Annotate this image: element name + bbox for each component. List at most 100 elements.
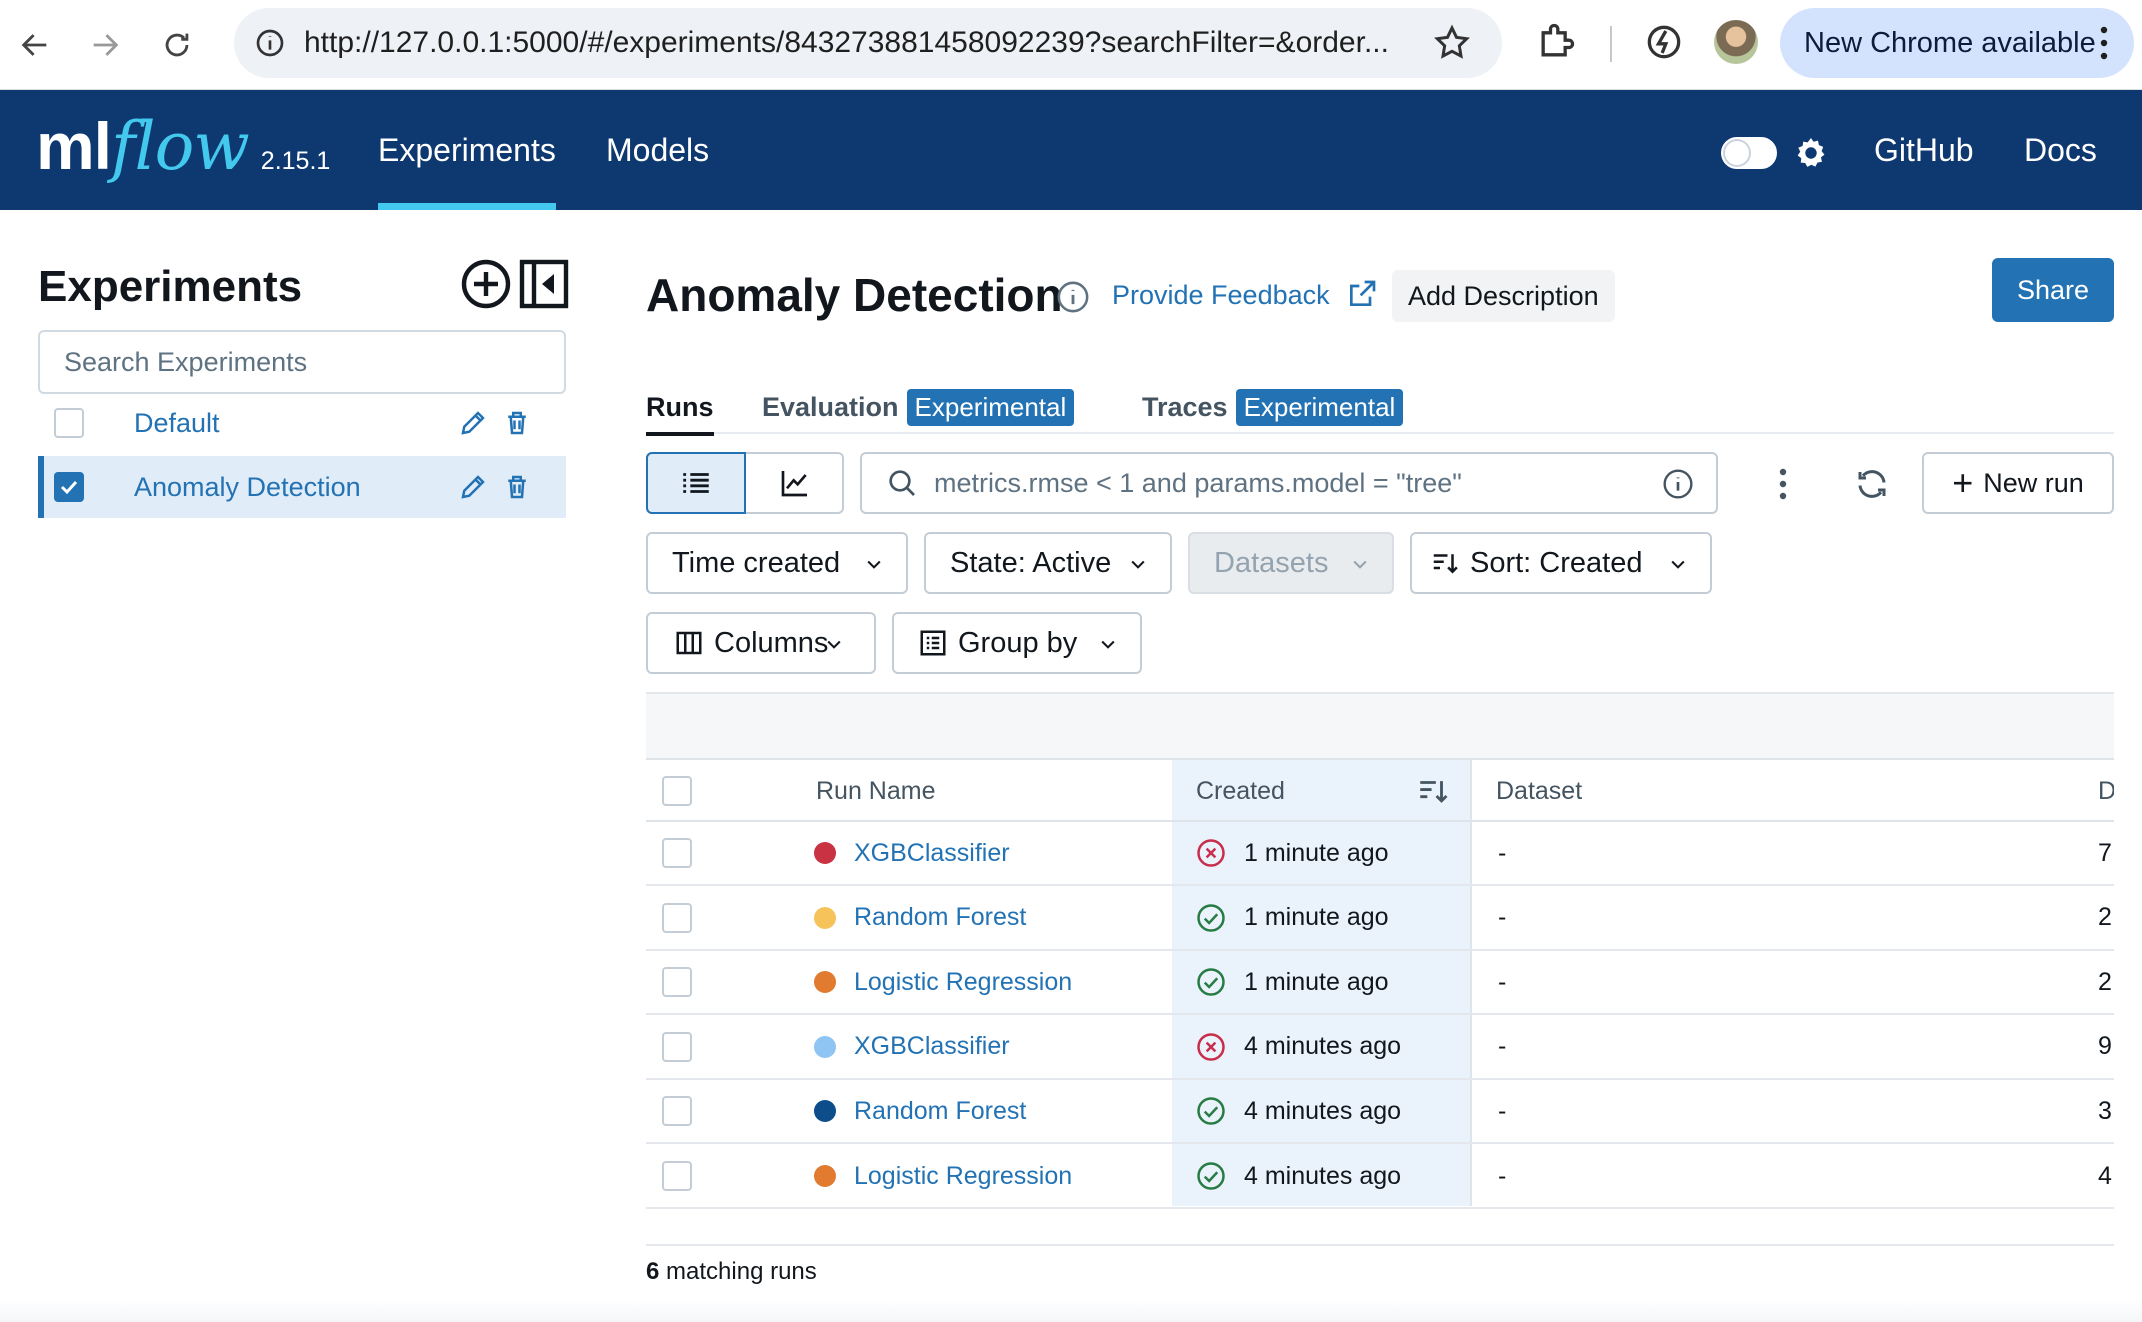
nav-experiments[interactable]: Experiments [378,90,556,210]
list-icon [683,473,709,493]
nav-models[interactable]: Models [606,90,709,210]
run-link[interactable]: XGBClassifier [854,839,1010,868]
experiment-search-input[interactable]: Search Experiments [38,330,566,394]
run-search-input[interactable]: metrics.rmse < 1 and params.model = "tre… [860,452,1718,514]
run-color-dot[interactable] [814,971,836,994]
url-text: http://127.0.0.1:5000/#/experiments/8432… [304,26,1389,59]
row-checkbox[interactable] [662,838,692,868]
table-row[interactable]: Logistic Regression 4 minutes ago - 4. [646,1145,2114,1209]
experiment-checkbox[interactable] [54,472,84,502]
experiment-name[interactable]: Default [134,408,220,439]
reload-button[interactable] [150,18,204,72]
run-link[interactable]: Logistic Regression [854,1162,1072,1191]
more-options-icon[interactable] [1778,468,1788,500]
version-label: 2.15.1 [260,147,331,175]
share-button[interactable]: Share [1992,258,2114,322]
column-header-duration[interactable]: D [2098,760,2114,822]
sort-icon[interactable] [1416,774,1450,808]
tab-traces[interactable]: Traces Experimental [1142,380,1404,434]
time-created-dropdown[interactable]: Time created [646,532,908,594]
run-link[interactable]: XGBClassifier [854,1032,1010,1061]
table-row[interactable]: XGBClassifier 4 minutes ago - 9. [646,1016,2114,1080]
run-color-dot[interactable] [814,906,836,929]
state-dropdown[interactable]: State: Active [924,532,1172,594]
info-icon[interactable] [1056,280,1090,314]
row-checkbox[interactable] [662,967,692,998]
chart-view-button[interactable] [746,454,844,512]
new-run-button[interactable]: + New run [1922,452,2114,514]
search-icon [889,470,915,496]
trash-icon[interactable] [502,408,532,438]
dark-mode-toggle[interactable] [1721,137,1777,169]
created-cell: 4 minutes ago [1196,1145,1401,1207]
tab-evaluation[interactable]: Evaluation Experimental [762,380,1075,434]
trash-icon[interactable] [502,472,532,502]
line-chart-icon [781,471,807,497]
reload-icon [165,33,189,57]
table-view-button[interactable] [646,452,746,514]
chevron-down-icon [1131,560,1145,569]
provide-feedback-link[interactable]: Provide Feedback [1112,280,1330,311]
column-header-dataset[interactable]: Dataset [1496,760,1582,822]
row-checkbox[interactable] [662,1031,692,1062]
datasets-dropdown[interactable]: Datasets [1188,532,1394,594]
run-color-dot[interactable] [814,1100,836,1123]
group-by-dropdown[interactable]: Group by [892,612,1142,674]
run-color-dot[interactable] [814,1035,836,1058]
bookmark-star-icon[interactable] [1432,23,1472,63]
duration-cell: 4. [2098,1161,2114,1190]
row-checkbox[interactable] [662,1161,692,1191]
view-mode-toggle [646,452,844,514]
run-link[interactable]: Random Forest [854,903,1026,932]
docs-link[interactable]: Docs [2024,90,2097,210]
table-row[interactable]: XGBClassifier 1 minute ago - 7. [646,822,2114,886]
add-description-button[interactable]: Add Description [1392,270,1615,322]
tab-label: Runs [646,391,714,422]
profile-avatar[interactable] [1714,20,1758,64]
site-info-icon[interactable] [250,23,290,63]
table-row[interactable]: Random Forest 4 minutes ago - 3. [646,1080,2114,1145]
column-header-created[interactable]: Created [1196,760,1285,822]
row-checkbox[interactable] [662,1096,692,1127]
address-bar[interactable]: http://127.0.0.1:5000/#/experiments/8432… [234,8,1502,78]
extensions-puzzle-icon[interactable] [1534,20,1578,64]
logo-ml: ml [36,109,112,183]
select-all-checkbox[interactable] [662,776,692,806]
github-link[interactable]: GitHub [1874,90,1974,210]
pencil-icon[interactable] [458,472,488,502]
duration-cell: 2. [2098,903,2114,932]
add-experiment-icon[interactable] [460,258,512,310]
refresh-icon[interactable] [1854,466,1890,502]
dataset-cell: - [1498,967,1507,996]
chrome-update-button[interactable]: New Chrome available [1780,8,2134,78]
tab-runs[interactable]: Runs [646,380,714,436]
info-icon[interactable] [1662,468,1694,500]
toolbar-divider [1610,26,1612,62]
back-button[interactable] [8,18,62,72]
experiment-checkbox[interactable] [54,408,84,438]
table-row[interactable]: Logistic Regression 1 minute ago - 2. [646,951,2114,1016]
run-link[interactable]: Logistic Regression [854,968,1072,997]
column-header-run-name[interactable]: Run Name [816,760,936,822]
experiment-item-anomaly-detection[interactable]: Anomaly Detection [38,456,566,518]
table-row[interactable]: Random Forest 1 minute ago - 2. [646,887,2114,951]
columns-dropdown[interactable]: Columns [646,612,876,674]
run-color-dot[interactable] [814,1165,836,1187]
forward-button[interactable] [78,18,132,72]
sort-dropdown[interactable]: Sort: Created [1410,532,1712,594]
performance-icon[interactable] [1642,20,1686,64]
experiment-item-default[interactable]: Default [38,392,566,454]
chevron-down-icon [1101,640,1115,649]
external-link-icon[interactable] [1346,278,1378,310]
experiment-name[interactable]: Anomaly Detection [134,472,361,503]
pencil-icon[interactable] [458,408,488,438]
run-link[interactable]: Random Forest [854,1097,1026,1126]
collapse-sidebar-icon[interactable] [518,258,570,310]
tab-label: Evaluation [762,391,899,422]
update-label: New Chrome available [1804,26,2096,59]
gear-icon[interactable] [1792,134,1830,172]
run-search-placeholder: metrics.rmse < 1 and params.model = "tre… [934,467,1462,498]
run-color-dot[interactable] [814,842,836,864]
mlflow-logo[interactable]: ml flow 2.15.1 [36,108,330,192]
row-checkbox[interactable] [662,902,692,933]
